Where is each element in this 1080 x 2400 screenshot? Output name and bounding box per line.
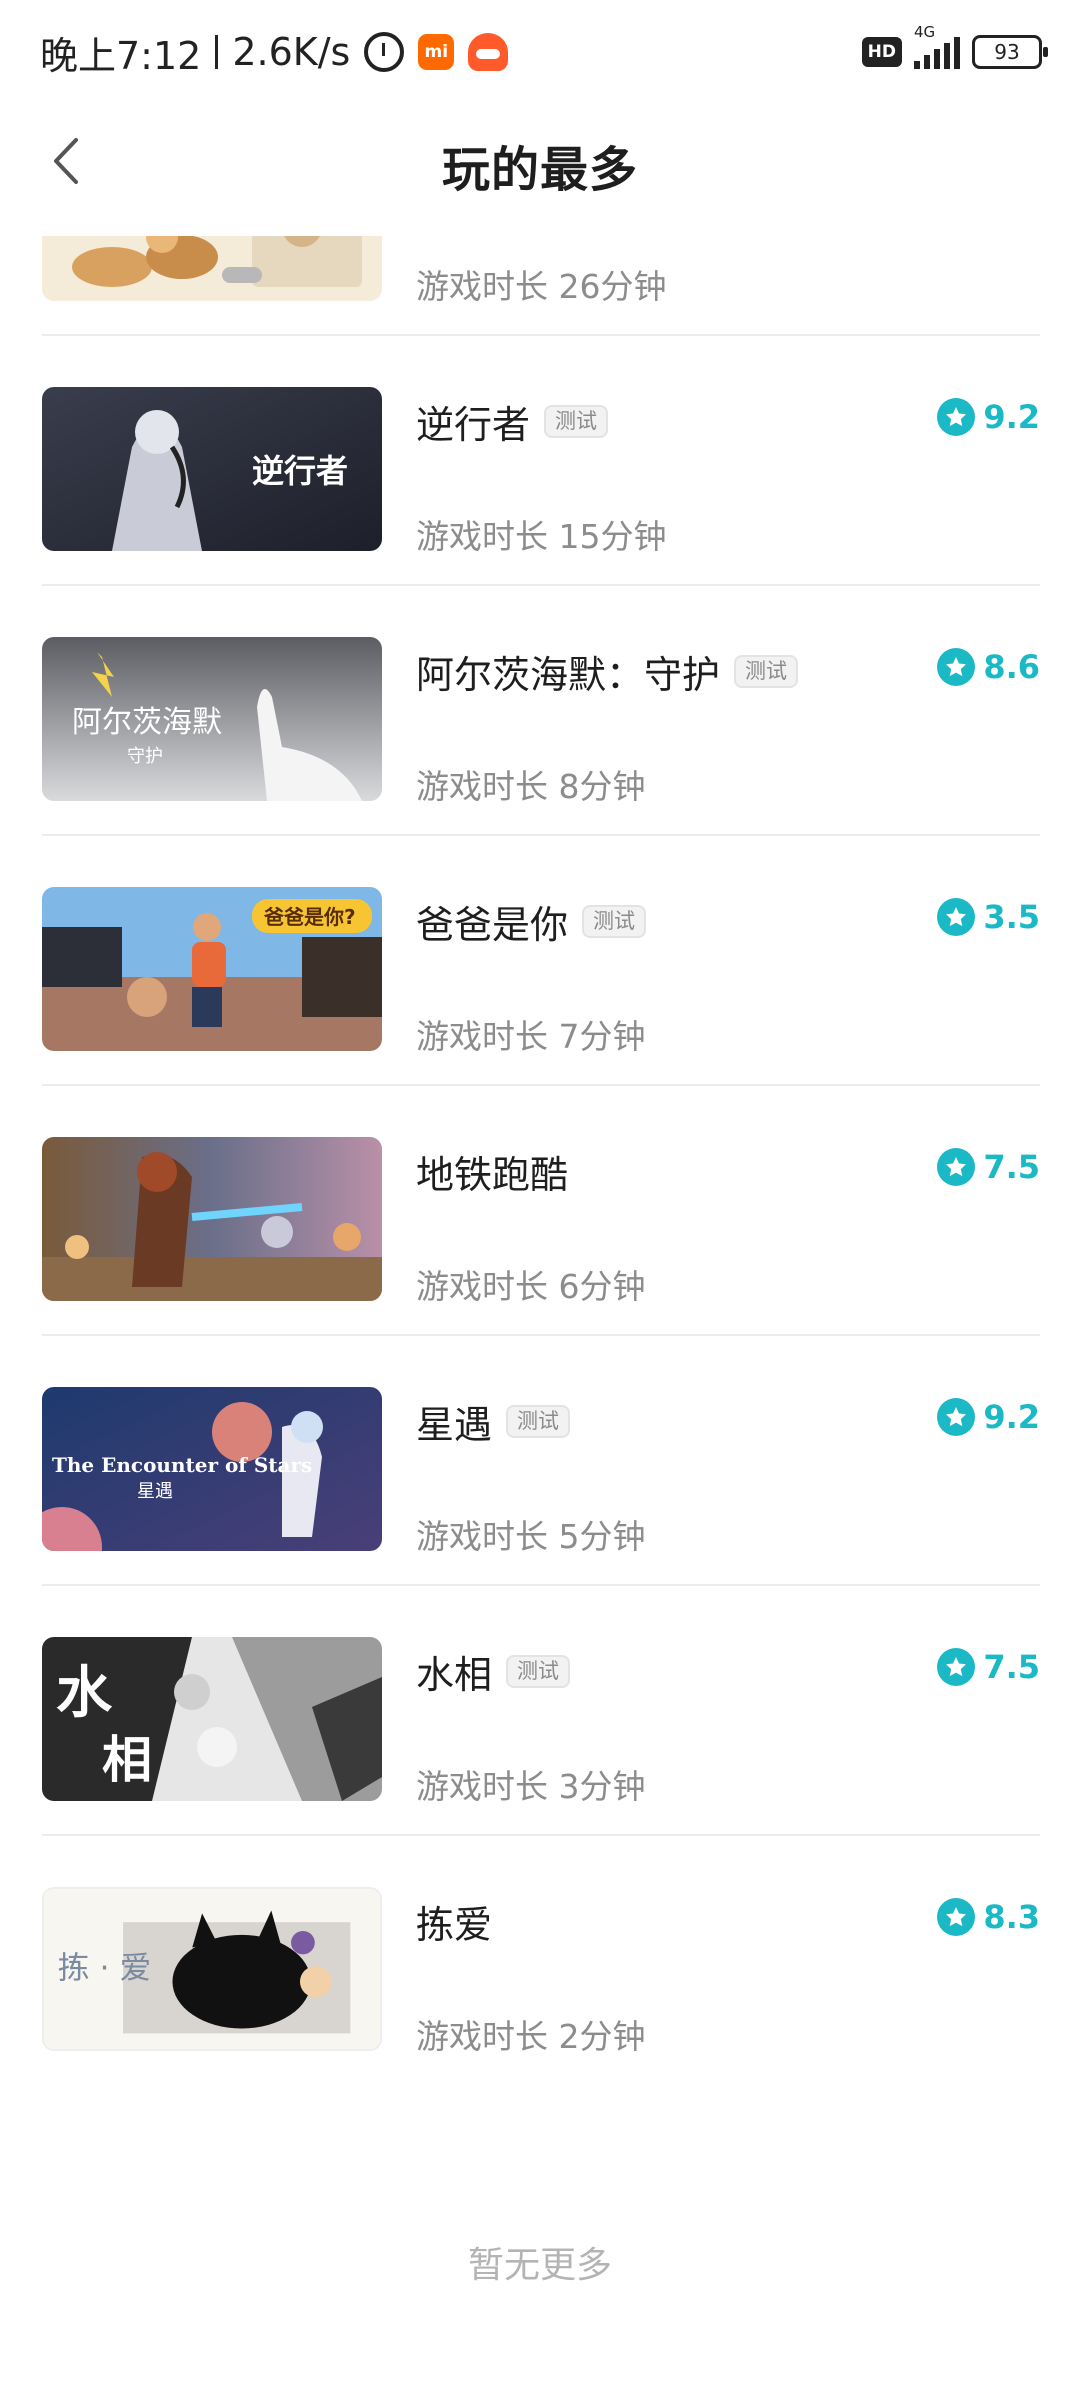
game-thumbnail: 水 相 [42, 1637, 382, 1801]
thumbnail-title-text: The Encounter of Stars [52, 1453, 312, 1477]
battery-icon: 93 [972, 35, 1048, 69]
thumbnail-title-text: 水 [56, 1660, 113, 1726]
game-list-item[interactable]: 游戏时长 26分钟 [42, 236, 1040, 336]
mi-app-icon: mi [418, 34, 455, 70]
game-name-line: 阿尔茨海默：守护 测试 [416, 644, 799, 699]
page-title: 玩的最多 [441, 142, 638, 198]
game-thumbnail: 爸爸是你? [42, 887, 382, 1051]
game-name: 阿尔茨海默：守护 [416, 653, 721, 697]
game-name-line: 拣爱 [416, 1894, 492, 1949]
star-icon [937, 1648, 976, 1686]
test-badge: 测试 [506, 1405, 571, 1438]
play-duration: 游戏时长 8分钟 [416, 767, 646, 806]
game-thumbnail [42, 236, 382, 301]
game-rating: 3.5 [937, 898, 1040, 936]
rating-score: 8.6 [983, 648, 1040, 686]
signal-icon: 4G [914, 23, 960, 69]
no-more-text: 暂无更多 [467, 2245, 612, 2286]
star-icon [937, 1148, 976, 1186]
game-thumbnail: 拣 · 爱 [42, 1887, 382, 2051]
status-left: 晚上7:12 2.6K/s mi [40, 24, 509, 80]
game-thumbnail: The Encounter of Stars 星遇 [42, 1387, 382, 1551]
game-rating: 7.5 [937, 1148, 1040, 1186]
game-rating: 9.2 [937, 1398, 1040, 1436]
game-name: 逆行者 [416, 403, 531, 447]
game-name-line: 爸爸是你 测试 [416, 894, 647, 949]
star-icon [937, 1898, 976, 1936]
thumbnail-title-text: 爸爸是你? [263, 905, 356, 929]
game-list-item[interactable]: 爸爸是你? 爸爸是你 测试 3.5 游戏时长 7分钟 [42, 836, 1040, 1086]
hd-volte-icon: HD [861, 37, 902, 67]
status-network-speed: 2.6K/s [232, 30, 351, 74]
game-rating: 8.3 [937, 1898, 1040, 1936]
battery-level: 93 [994, 40, 1020, 64]
game-thumbnail: 阿尔茨海默 守护 [42, 637, 382, 801]
rating-score: 9.2 [983, 1398, 1040, 1436]
play-duration: 游戏时长 6分钟 [416, 1267, 646, 1306]
rating-score: 7.5 [983, 1148, 1040, 1186]
rating-score: 3.5 [983, 898, 1040, 936]
thumbnail-title-text: 拣 · 爱 [58, 1951, 151, 1987]
thumbnail-title-text: 逆行者 [252, 452, 348, 490]
game-rating: 9.2 [937, 398, 1040, 436]
game-list-item[interactable]: 拣 · 爱 拣爱 8.3 游戏时长 2分钟 [42, 1836, 1040, 2106]
star-icon [937, 648, 976, 686]
game-rating: 7.5 [937, 1648, 1040, 1686]
play-duration: 游戏时长 5分钟 [416, 1517, 646, 1556]
game-name-line: 星遇 测试 [416, 1394, 571, 1449]
game-list[interactable]: 游戏时长 26分钟 逆行者 逆行者 测试 9.2 游戏时长 15分钟 阿尔茨海默… [0, 236, 1080, 2126]
game-rating: 8.6 [937, 648, 1040, 686]
game-name: 星遇 [416, 1403, 493, 1447]
game-list-item[interactable]: 地铁跑酷 7.5 游戏时长 6分钟 [42, 1086, 1040, 1336]
play-duration: 游戏时长 7分钟 [416, 1017, 646, 1056]
thumbnail-subtitle-text: 星遇 [137, 1481, 173, 1502]
game-list-item[interactable]: The Encounter of Stars 星遇 星遇 测试 9.2 游戏时长… [42, 1336, 1040, 1586]
rating-score: 8.3 [983, 1898, 1040, 1936]
alarm-icon [364, 32, 405, 72]
star-icon [937, 898, 976, 936]
game-name: 拣爱 [416, 1903, 493, 1947]
test-badge: 测试 [734, 655, 799, 688]
play-duration: 游戏时长 2分钟 [416, 2017, 646, 2056]
test-badge: 测试 [506, 1655, 571, 1688]
star-icon [937, 1398, 976, 1436]
game-name: 地铁跑酷 [416, 1153, 569, 1197]
test-badge: 测试 [582, 905, 647, 938]
game-name: 爸爸是你 [416, 903, 569, 947]
thumbnail-subtitle-text: 相 [102, 1730, 152, 1789]
game-name-line: 地铁跑酷 [416, 1144, 568, 1199]
game-name-line: 水相 测试 [416, 1644, 571, 1699]
status-time: 晚上7:12 [40, 33, 202, 78]
game-list-item[interactable]: 逆行者 逆行者 测试 9.2 游戏时长 15分钟 [42, 336, 1040, 586]
rating-score: 9.2 [983, 398, 1040, 436]
rating-score: 7.5 [983, 1648, 1040, 1686]
top-navigation-bar: 玩的最多 [0, 110, 1080, 210]
thumbnail-title-text: 阿尔茨海默 [72, 705, 222, 740]
status-right: HD 4G 93 [861, 23, 1048, 76]
game-thumbnail: 逆行者 [42, 387, 382, 551]
status-separator [215, 35, 219, 69]
status-bar: 晚上7:12 2.6K/s mi HD 4G 93 [0, 0, 1080, 100]
game-thumbnail [42, 1137, 382, 1301]
thumbnail-subtitle-text: 守护 [127, 746, 163, 767]
game-list-item[interactable]: 阿尔茨海默 守护 阿尔茨海默：守护 测试 8.6 游戏时长 8分钟 [42, 586, 1040, 836]
game-name: 水相 [416, 1653, 493, 1697]
game-list-item[interactable]: 水 相 水相 测试 7.5 游戏时长 3分钟 [42, 1586, 1040, 1836]
game-name-line: 逆行者 测试 [416, 394, 609, 449]
play-duration: 游戏时长 3分钟 [416, 1767, 646, 1806]
game-center-icon [468, 33, 509, 71]
network-type-label: 4G [914, 23, 936, 41]
star-icon [937, 398, 976, 436]
test-badge: 测试 [544, 405, 609, 438]
play-duration: 游戏时长 15分钟 [416, 517, 667, 556]
play-duration: 游戏时长 26分钟 [416, 267, 667, 306]
